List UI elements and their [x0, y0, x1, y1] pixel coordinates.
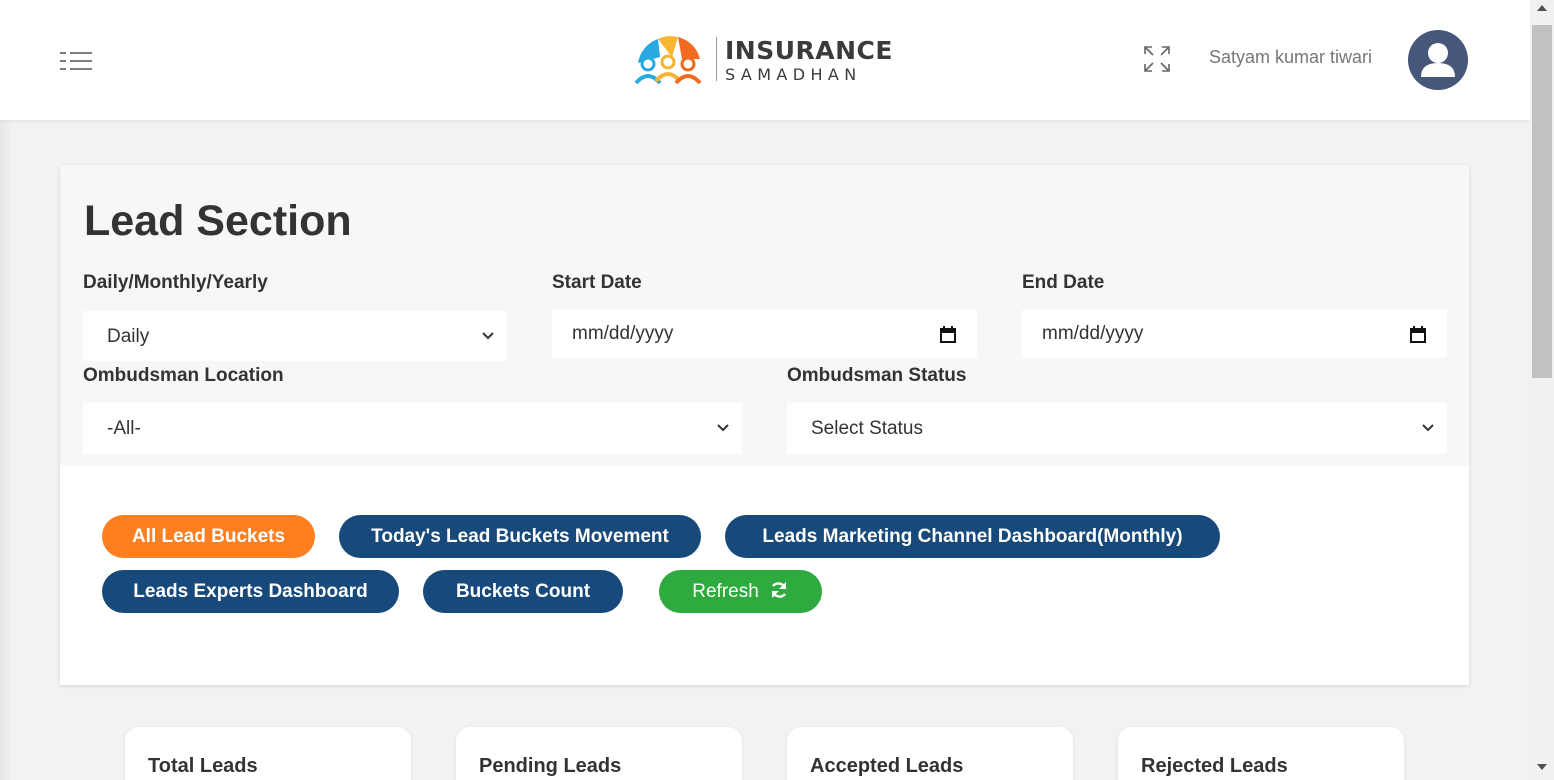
location-select-value: -All-: [107, 418, 141, 439]
total-leads-card[interactable]: Total Leads: [125, 727, 411, 780]
accepted-leads-title: Accepted Leads: [810, 755, 964, 777]
status-label: Ombudsman Status: [787, 365, 967, 386]
leads-marketing-channel-dashboard-button[interactable]: Leads Marketing Channel Dashboard(Monthl…: [725, 515, 1220, 558]
location-select[interactable]: -All-: [83, 403, 742, 454]
status-select-value: Select Status: [811, 418, 923, 439]
end-date-label: End Date: [1022, 272, 1105, 293]
top-header: INSURANCE SAMADHAN Satyam kumar tiwari: [0, 0, 1530, 120]
calendar-icon[interactable]: [940, 326, 956, 343]
buckets-count-button[interactable]: Buckets Count: [423, 570, 623, 613]
chevron-down-icon: [1422, 424, 1434, 432]
user-avatar[interactable]: [1408, 30, 1468, 90]
chevron-down-icon: [482, 332, 494, 340]
end-date-input[interactable]: mm/dd/yyyy: [1022, 310, 1447, 358]
total-leads-title: Total Leads: [148, 755, 258, 777]
location-label: Ombudsman Location: [83, 365, 284, 386]
start-date-input[interactable]: mm/dd/yyyy: [552, 310, 977, 358]
lead-section-card: Lead Section Daily/Monthly/Yearly Daily …: [60, 165, 1469, 685]
pending-leads-card[interactable]: Pending Leads: [456, 727, 742, 780]
logo-text: INSURANCE SAMADHAN: [725, 37, 893, 85]
user-avatar-icon: [1421, 43, 1455, 77]
vertical-scrollbar[interactable]: [1530, 0, 1554, 780]
period-label: Daily/Monthly/Yearly: [83, 272, 268, 293]
logo-divider: [716, 37, 717, 81]
scroll-thumb[interactable]: [1532, 25, 1552, 378]
period-select-value: Daily: [107, 326, 150, 347]
filter-panel: Lead Section Daily/Monthly/Yearly Daily …: [60, 165, 1469, 466]
calendar-icon[interactable]: [1410, 326, 1426, 343]
status-select[interactable]: Select Status: [787, 403, 1447, 454]
end-date-placeholder: mm/dd/yyyy: [1042, 323, 1144, 344]
fullscreen-icon[interactable]: [1143, 45, 1171, 73]
chevron-down-icon: [717, 424, 729, 432]
user-name[interactable]: Satyam kumar tiwari: [1209, 47, 1372, 68]
page-title: Lead Section: [84, 197, 352, 245]
start-date-placeholder: mm/dd/yyyy: [572, 323, 674, 344]
rejected-leads-title: Rejected Leads: [1141, 755, 1288, 777]
accepted-leads-card[interactable]: Accepted Leads: [787, 727, 1073, 780]
refresh-button[interactable]: Refresh: [659, 570, 822, 613]
scroll-down-arrow-icon[interactable]: [1537, 764, 1547, 770]
todays-lead-buckets-movement-button[interactable]: Today's Lead Buckets Movement: [339, 515, 701, 558]
insurance-samadhan-logo[interactable]: INSURANCE SAMADHAN: [632, 33, 892, 89]
logo-title: INSURANCE: [725, 36, 893, 65]
logo-subtitle: SAMADHAN: [725, 65, 862, 84]
start-date-label: Start Date: [552, 272, 642, 293]
logo-mark-icon: [634, 36, 702, 85]
refresh-icon: [771, 581, 786, 598]
pending-leads-title: Pending Leads: [479, 755, 622, 777]
scroll-up-arrow-icon[interactable]: [1537, 5, 1547, 11]
menu-icon[interactable]: [58, 50, 94, 72]
all-lead-buckets-button[interactable]: All Lead Buckets: [102, 515, 315, 558]
rejected-leads-card[interactable]: Rejected Leads: [1118, 727, 1404, 780]
leads-experts-dashboard-button[interactable]: Leads Experts Dashboard: [102, 570, 399, 613]
page-left-shadow: [0, 120, 12, 780]
refresh-button-label: Refresh: [692, 581, 759, 602]
period-select[interactable]: Daily: [83, 311, 507, 361]
